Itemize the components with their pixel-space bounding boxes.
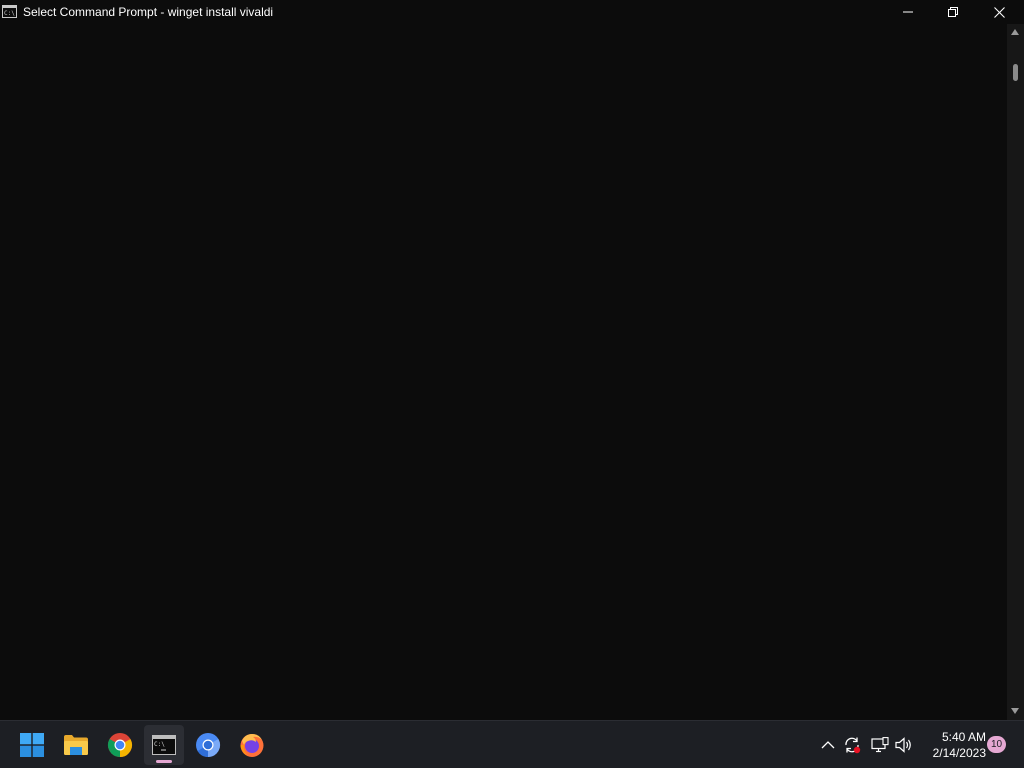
taskbar-firefox[interactable] (232, 725, 272, 765)
folder-icon (64, 735, 88, 755)
terminal-icon: C:\ (152, 735, 176, 755)
scroll-up-arrow-icon[interactable] (1010, 28, 1020, 36)
volume-icon (895, 737, 911, 753)
show-hidden-icons-button[interactable] (818, 735, 838, 755)
minimize-icon (903, 11, 913, 13)
restore-icon (948, 7, 958, 17)
taskbar-chrome[interactable] (100, 725, 140, 765)
console-output[interactable] (0, 24, 1006, 720)
tray-volume-button[interactable] (894, 735, 914, 755)
title-bar[interactable]: C:\ Select Command Prompt - winget insta… (0, 0, 1024, 24)
screen: C:\ Select Command Prompt - winget insta… (0, 0, 1024, 768)
notification-badge[interactable]: 10 (987, 736, 1006, 753)
taskbar: C:\ 5:40 AM 2/14/2023 10 (0, 720, 1024, 768)
sync-icon (845, 737, 861, 754)
cmd-icon: C:\ (2, 5, 17, 18)
minimize-button[interactable] (885, 0, 931, 24)
chrome-icon (107, 733, 133, 757)
taskbar-chromium[interactable] (188, 725, 228, 765)
windows-start-icon (20, 733, 44, 757)
tray-network-button[interactable] (870, 735, 890, 755)
active-app-indicator (156, 760, 172, 763)
firefox-icon (240, 734, 264, 757)
svg-text:C:\: C:\ (4, 10, 15, 17)
network-icon (871, 737, 889, 753)
clock-time: 5:40 AM (941, 730, 986, 744)
start-button[interactable] (12, 725, 52, 765)
close-icon (993, 6, 1005, 18)
tray-sync-button[interactable] (842, 735, 862, 755)
taskbar-clock[interactable]: 5:40 AM 2/14/2023 (918, 729, 986, 761)
taskbar-file-explorer[interactable] (56, 725, 96, 765)
scroll-thumb[interactable] (1013, 64, 1018, 81)
clock-date: 2/14/2023 (932, 746, 986, 760)
svg-text:C:\: C:\ (154, 741, 165, 748)
chromium-icon (196, 733, 221, 757)
close-button[interactable] (976, 0, 1022, 24)
scroll-down-arrow-icon[interactable] (1010, 707, 1020, 715)
taskbar-command-prompt[interactable]: C:\ (144, 725, 184, 765)
chevron-up-icon (821, 741, 835, 749)
window-title: Select Command Prompt - winget install v… (23, 5, 274, 19)
vertical-scrollbar[interactable] (1007, 24, 1024, 720)
maximize-button[interactable] (930, 0, 976, 24)
